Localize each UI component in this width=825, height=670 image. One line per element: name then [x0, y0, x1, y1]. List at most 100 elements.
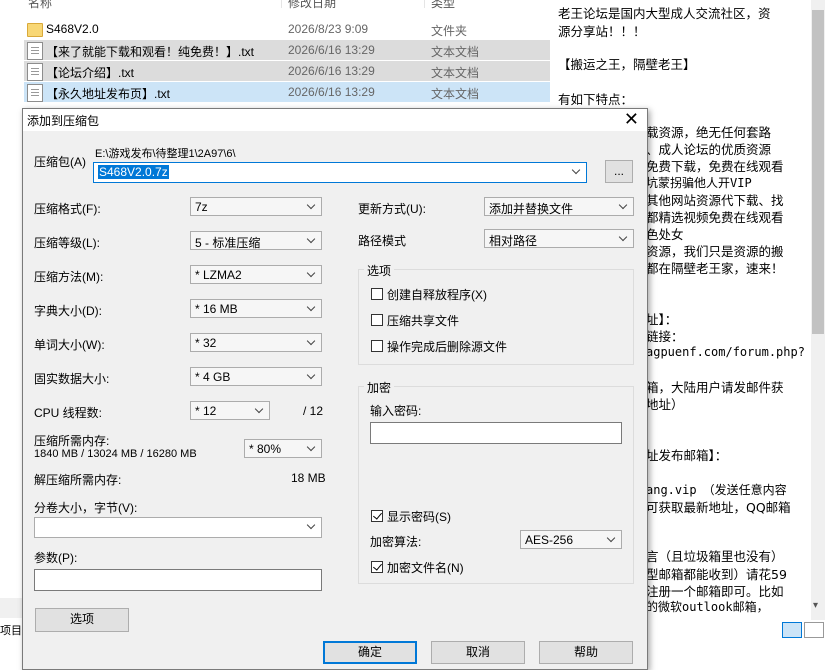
ok-button[interactable]: 确定 [323, 641, 417, 664]
encrypt-names-label[interactable]: 加密文件名(N) [387, 559, 464, 576]
options-button[interactable]: 选项 [35, 608, 129, 632]
sfx-checkbox[interactable] [371, 288, 383, 300]
chevron-down-icon [307, 441, 317, 455]
preview-line: 都在隔壁老王家，速来！ [646, 261, 784, 276]
enc-method-select[interactable]: AES-256 [520, 530, 622, 549]
delete-after-label[interactable]: 操作完成后删除源文件 [387, 338, 507, 355]
password-input[interactable] [370, 422, 622, 444]
folder-icon [27, 23, 43, 37]
shared-files-checkbox[interactable] [371, 314, 383, 326]
preview-line: agpuenf.com/forum.php? [646, 345, 805, 359]
solid-select[interactable]: * 4 GB [190, 367, 322, 386]
dialog-title: 添加到压缩包 [27, 114, 100, 128]
dict-value: * 16 MB [195, 302, 238, 316]
method-value: * LZMA2 [195, 268, 242, 282]
file-date: 2026/6/16 13:29 [288, 64, 375, 78]
show-password-label[interactable]: 显示密码(S) [387, 508, 451, 525]
help-button[interactable]: 帮助 [539, 641, 633, 664]
scrollbar-thumb[interactable] [812, 10, 824, 334]
preview-line: 坑蒙拐骗他人开VIP [646, 176, 752, 190]
volume-label: 分卷大小，字节(V): [34, 501, 138, 515]
level-value: 5 - 标准压缩 [195, 236, 261, 250]
preview-line: 链接： [646, 329, 684, 344]
column-header-name[interactable]: 名称 [28, 0, 52, 10]
password-label: 输入密码: [370, 404, 422, 418]
format-value: 7z [195, 200, 208, 214]
file-name: 【来了就能下载和观看！纯免费！】.txt [46, 45, 255, 59]
chevron-down-icon[interactable] [572, 164, 582, 178]
path-mode-value: 相对路径 [489, 234, 538, 248]
encryption-group-title: 加密 [364, 379, 395, 396]
word-label: 单词大小(W): [34, 338, 105, 352]
decomp-mem-value: 18 MB [291, 471, 326, 485]
file-name: 【永久地址发布页】.txt [46, 87, 171, 101]
params-input[interactable] [34, 569, 322, 591]
tiles-view-icon[interactable] [804, 622, 824, 638]
file-row[interactable]: 【论坛介绍】.txt 2026/6/16 13:29 文本文档 [24, 61, 550, 81]
column-header-type[interactable]: 类型 [431, 0, 455, 10]
update-label: 更新方式(U): [358, 202, 426, 216]
params-label: 参数(P): [34, 551, 78, 565]
preview-line: 免费下载，免费在线观看 [646, 159, 784, 174]
format-select[interactable]: 7z [190, 197, 322, 216]
chevron-down-icon[interactable] [307, 519, 317, 533]
file-row[interactable]: 【永久地址发布页】.txt 2026/6/16 13:29 文本文档 [24, 82, 550, 102]
mem-label: 压缩所需内存: [34, 434, 110, 448]
dialog-titlebar[interactable]: 添加到压缩包 ✕ [23, 109, 647, 131]
shared-files-label[interactable]: 压缩共享文件 [387, 312, 459, 329]
chevron-down-icon [307, 301, 317, 315]
chevron-down-icon [619, 231, 629, 245]
file-row[interactable]: S468V2.0 2026/8/23 9:09 文件夹 [24, 19, 550, 39]
preview-line: ang.vip （发送任意内容 [646, 483, 787, 497]
delete-after-checkbox[interactable] [371, 340, 383, 352]
format-label: 压缩格式(F): [34, 202, 101, 216]
scroll-down-arrow-icon[interactable]: ▾ [813, 600, 818, 611]
details-view-icon[interactable] [782, 622, 802, 638]
level-label: 压缩等级(L): [34, 236, 101, 250]
file-row[interactable]: 【来了就能下载和观看！纯免费！】.txt 2026/6/16 13:29 文本文… [24, 40, 550, 60]
level-select[interactable]: 5 - 标准压缩 [190, 231, 322, 250]
text-file-icon [27, 42, 43, 60]
archive-name-combo[interactable]: S468V2.0.7z [93, 162, 587, 183]
browse-button[interactable]: ... [605, 160, 633, 183]
show-password-checkbox[interactable] [371, 510, 383, 522]
options-group-title: 选项 [364, 262, 395, 279]
chevron-down-icon [307, 267, 317, 281]
encrypt-names-checkbox[interactable] [371, 561, 383, 573]
method-select[interactable]: * LZMA2 [190, 265, 322, 284]
view-toggle[interactable] [780, 620, 824, 638]
solid-label: 固实数据大小: [34, 372, 110, 386]
text-file-icon [27, 63, 43, 81]
update-select[interactable]: 添加并替换文件 [484, 197, 634, 216]
mem-value: 1840 MB / 13024 MB / 16280 MB [34, 448, 197, 460]
word-value: * 32 [195, 336, 217, 350]
preview-line: 源分享站！！！ [558, 24, 646, 39]
chevron-down-icon [307, 335, 317, 349]
path-mode-select[interactable]: 相对路径 [484, 229, 634, 248]
enc-method-value: AES-256 [525, 533, 574, 547]
file-name: 【论坛介绍】.txt [46, 66, 135, 80]
dict-label: 字典大小(D): [34, 304, 102, 318]
path-mode-label: 路径模式 [358, 234, 407, 248]
scroll-left-arrow[interactable] [0, 598, 24, 618]
dict-select[interactable]: * 16 MB [190, 299, 322, 318]
archive-label: 压缩包(A) [34, 155, 86, 169]
enc-method-label: 加密算法: [370, 535, 422, 549]
cpu-select[interactable]: * 12 [190, 401, 270, 420]
preview-line: 的微软outlook邮箱， [646, 600, 769, 614]
preview-line: 【搬运之王，隔壁老王】 [558, 57, 696, 72]
word-select[interactable]: * 32 [190, 333, 322, 352]
method-label: 压缩方法(M): [34, 270, 104, 284]
text-file-icon [27, 84, 43, 102]
file-type: 文本文档 [431, 66, 480, 80]
mem-percent-select[interactable]: * 80% [244, 439, 322, 458]
sfx-label[interactable]: 创建自释放程序(X) [387, 286, 487, 303]
cancel-button[interactable]: 取消 [431, 641, 525, 664]
column-header-date[interactable]: 修改日期 [288, 0, 336, 10]
chevron-down-icon [307, 199, 317, 213]
volume-size-combo[interactable] [34, 517, 322, 538]
preview-line: 老王论坛是国内大型成人交流社区，资 [558, 6, 771, 21]
close-icon[interactable]: ✕ [624, 109, 639, 129]
solid-value: * 4 GB [195, 370, 231, 384]
file-type: 文本文档 [431, 45, 480, 59]
